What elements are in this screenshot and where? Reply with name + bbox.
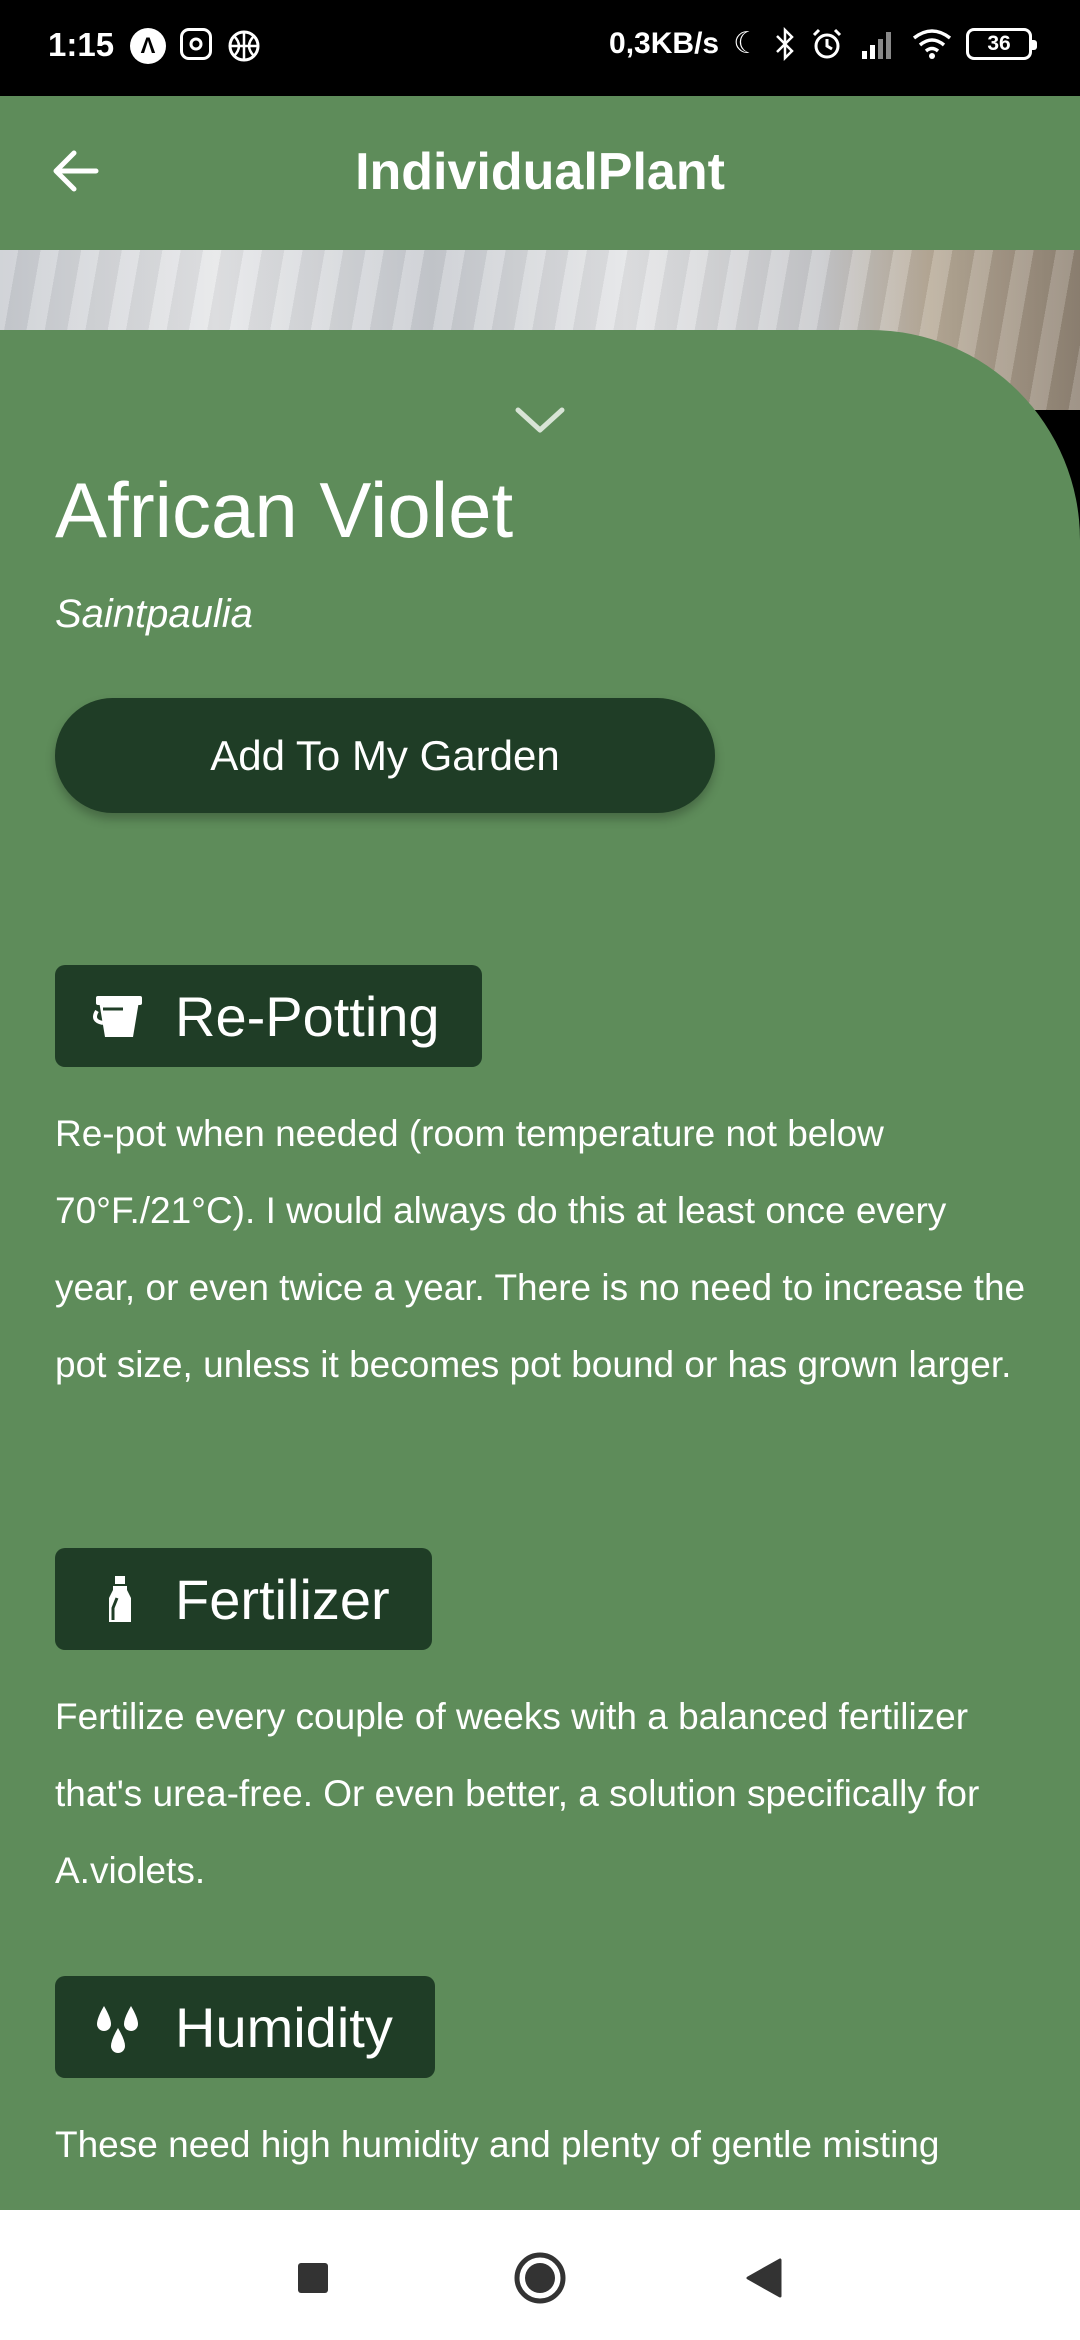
section-title: Re-Potting xyxy=(175,984,440,1048)
bluetooth-icon xyxy=(776,26,794,61)
section-header-fertilizer: Fertilizer xyxy=(55,1548,432,1650)
triangle-back-icon xyxy=(746,2258,782,2298)
moon-icon: ☾ xyxy=(733,27,760,60)
recents-button[interactable] xyxy=(285,2250,341,2306)
status-right: 0,3KB/s ☾ 36 xyxy=(609,26,1037,61)
net-speed: 0,3KB/s xyxy=(609,26,720,60)
app-a-icon: Λ xyxy=(130,28,166,64)
section-header-humidity: Humidity xyxy=(55,1976,435,2078)
app-bar: IndividualPlant xyxy=(0,96,1080,250)
battery-indicator: 36 xyxy=(966,27,1037,60)
circle-home-icon xyxy=(514,2252,566,2304)
status-left-icons: Λ xyxy=(130,28,262,64)
status-bar: 1:15 Λ 0,3KB/s ☾ 36 xyxy=(0,0,1080,96)
plant-detail-sheet[interactable]: African Violet Saintpaulia Add To My Gar… xyxy=(0,330,1080,2210)
plant-scientific-name: Saintpaulia xyxy=(55,592,253,636)
basketball-icon xyxy=(226,28,262,64)
water-drops-icon xyxy=(97,2006,138,2053)
square-recents-icon xyxy=(298,2263,328,2293)
system-nav-bar xyxy=(0,2210,1080,2340)
instagram-icon xyxy=(180,28,212,60)
pot-icon xyxy=(93,996,142,1037)
section-title: Humidity xyxy=(175,1995,393,2059)
back-nav-button[interactable] xyxy=(736,2250,792,2306)
chevron-down-icon[interactable] xyxy=(510,400,570,440)
page-title: IndividualPlant xyxy=(355,143,725,201)
section-text-fertilizer: Fertilize every couple of weeks with a b… xyxy=(55,1696,980,1891)
add-to-garden-button[interactable]: Add To My Garden xyxy=(55,698,715,813)
signal-icon xyxy=(862,31,891,59)
section-text-repotting: Re-pot when needed (room temperature not… xyxy=(55,1113,1026,1385)
plant-name: African Violet xyxy=(55,466,514,554)
spray-bottle-icon xyxy=(109,1576,131,1622)
section-text-humidity: These need high humidity and plenty of g… xyxy=(55,2124,940,2165)
home-button[interactable] xyxy=(512,2250,568,2306)
section-header-repotting: Re-Potting xyxy=(55,965,482,1067)
wifi-icon xyxy=(912,28,952,59)
alarm-icon xyxy=(812,28,842,58)
status-time: 1:15 xyxy=(48,26,115,63)
section-title: Fertilizer xyxy=(175,1567,390,1631)
